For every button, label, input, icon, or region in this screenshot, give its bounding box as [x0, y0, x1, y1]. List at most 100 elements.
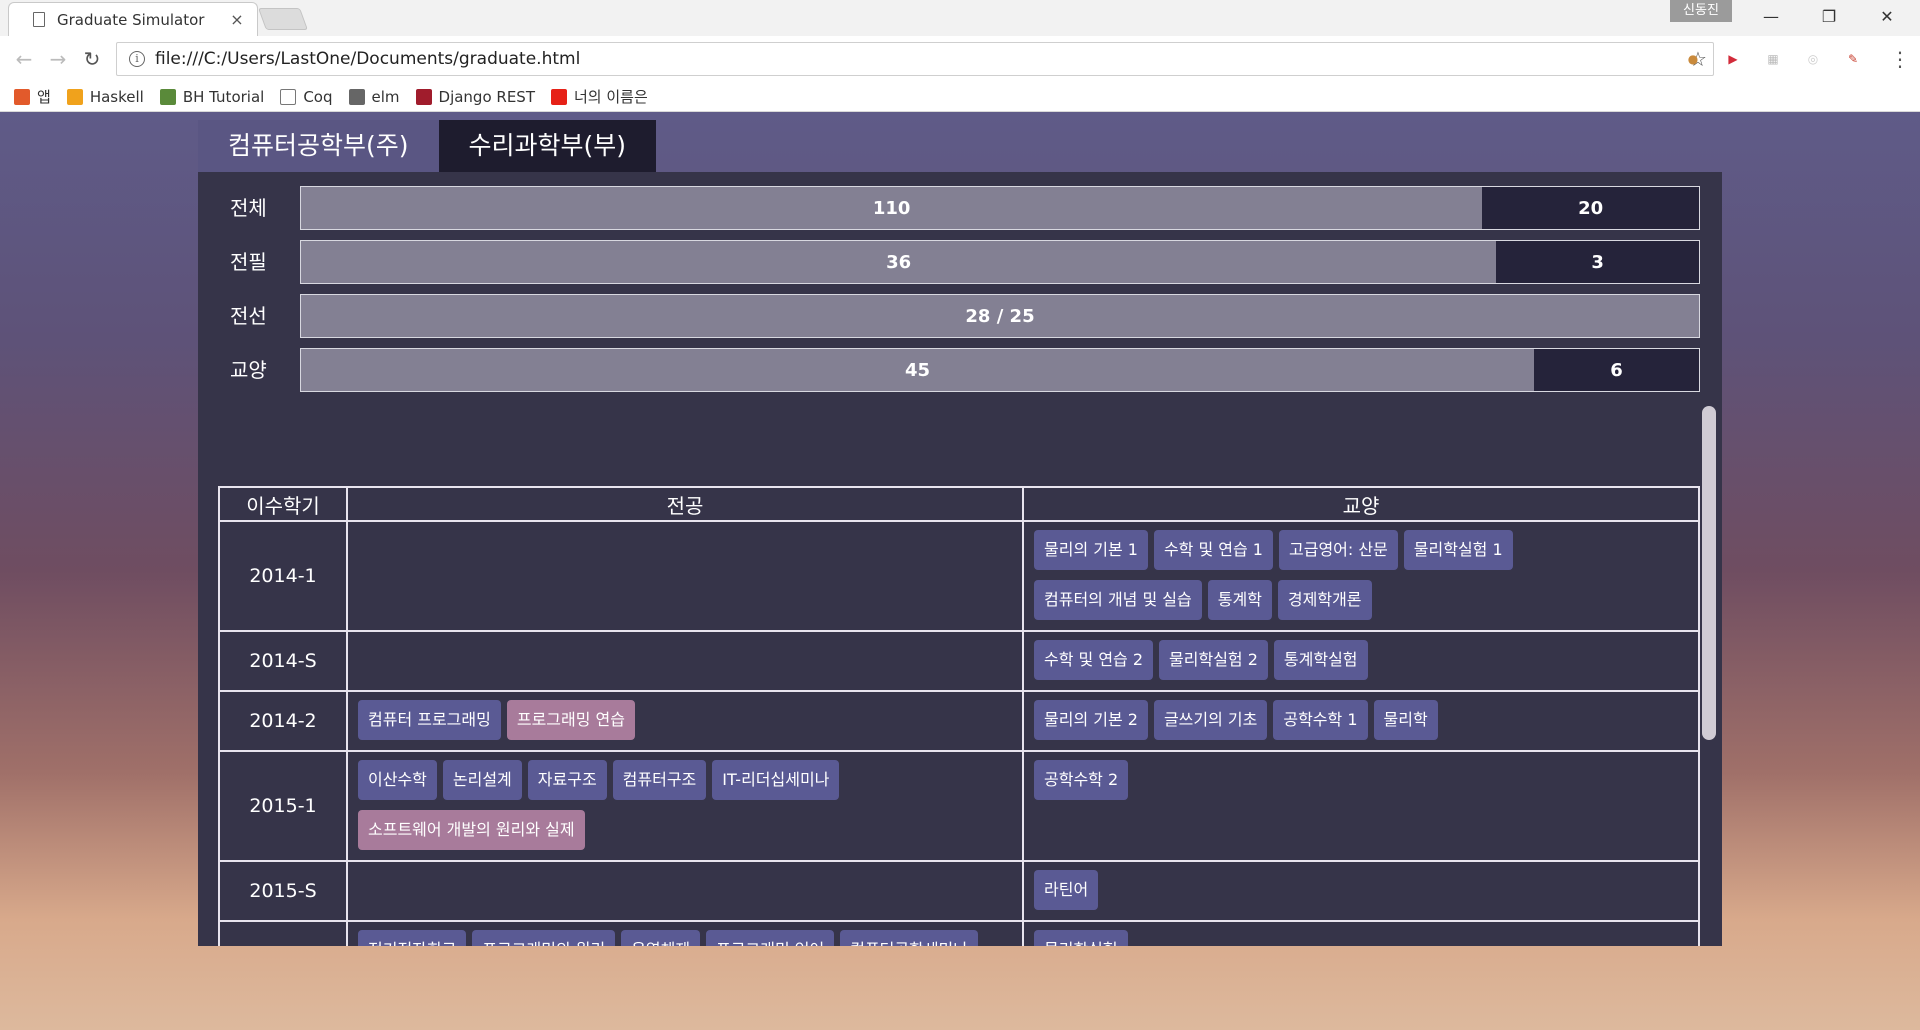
table-row: 2015-2 전기전자회로 프로그래밍의 원리 운영체제 프로그래밍 언어 컴퓨터공학세미…	[218, 920, 1700, 946]
new-tab-button[interactable]	[257, 8, 309, 30]
course-chip[interactable]: 경제학개론	[1277, 580, 1372, 620]
semester-cell: 2014-S	[218, 630, 348, 692]
profile-badge[interactable]: 신동진	[1670, 0, 1732, 22]
bookmark-item[interactable]: BH Tutorial	[159, 87, 265, 106]
cookie-icon[interactable]: ●	[1682, 48, 1704, 70]
tab-department-1[interactable]: 수리과학부(부)	[438, 120, 657, 172]
course-chip[interactable]: 이산수학	[358, 760, 437, 800]
column-header: 전공	[346, 486, 1024, 522]
table-row: 2014-2 컴퓨터 프로그래밍 프로그래밍 연습 물리의 기본 2 글쓰기의 기초 공학…	[218, 690, 1700, 752]
bookmark-label: Coq	[303, 87, 333, 106]
major-cell: 전기전자회로프로그래밍의 원리운영체제프로그래밍 언어컴퓨터공학세미나컴퓨터보안…	[346, 920, 1024, 946]
bookmark-label: 너의 이름은	[573, 88, 648, 106]
progress-bar: 36 3	[300, 240, 1700, 284]
course-chip[interactable]: 프로그래밍의 원리	[472, 930, 616, 946]
sun-icon	[66, 88, 83, 105]
browser-tab[interactable]: Graduate Simulator ×	[8, 2, 258, 36]
table-row: 2015-1 이산수학 논리설계 자료구조 컴퓨터구조 IT-리더십세미나소프트웨어 개발…	[218, 750, 1700, 862]
browser-tab-title: Graduate Simulator	[57, 10, 205, 29]
course-chip[interactable]: 물리의 기본 1	[1034, 530, 1148, 570]
restore-button[interactable]: ❐	[1800, 0, 1858, 34]
course-chip[interactable]: 컴퓨터공학세미나	[840, 930, 978, 946]
summary-label: 전선	[230, 304, 267, 328]
bookmark-label: BH Tutorial	[182, 87, 265, 106]
remaining-credits: 6	[1610, 359, 1623, 381]
panel-scrollbar[interactable]	[1702, 406, 1716, 740]
book-icon	[348, 88, 365, 105]
forward-arrow-icon[interactable]: →	[44, 45, 72, 73]
course-chip[interactable]: 전기전자회로	[358, 930, 467, 946]
tab-close-icon[interactable]: ×	[227, 10, 247, 29]
course-chip[interactable]: 통계학	[1207, 580, 1272, 620]
course-chip[interactable]: 물리학실험 1	[1403, 530, 1513, 570]
document-icon	[33, 12, 45, 27]
course-chip[interactable]: 소프트웨어 개발의 원리와 실제	[358, 810, 585, 850]
course-table: 이수학기 전공 교양 2014-1 물리의 기본 1 수학 및 연습 1 고급영어: 산문…	[218, 486, 1700, 946]
liberal-cell: 물리의 기본 2 글쓰기의 기초 공학수학 1 물리학	[1022, 690, 1700, 752]
liberal-cell: 물리의 기본 1 수학 및 연습 1 고급영어: 산문 물리학실험 1 컴퓨터의 개념 …	[1022, 520, 1700, 632]
course-chip[interactable]: 고급영어: 산문	[1279, 530, 1398, 570]
url-text[interactable]: file:///C:/Users/LastOne/Documents/gradu…	[155, 49, 1683, 69]
course-chip[interactable]: IT-리더십세미나	[712, 760, 840, 800]
qr-icon[interactable]: ▦	[1762, 48, 1784, 70]
page-icon	[280, 88, 297, 105]
liberal-cell: 공학수학 2	[1022, 750, 1700, 862]
info-icon[interactable]: i	[129, 51, 145, 67]
tab-department-0[interactable]: 컴퓨터공학부(주)	[198, 120, 439, 172]
major-cell: 이산수학 논리설계 자료구조 컴퓨터구조 IT-리더십세미나소프트웨어 개발의 원리와 …	[346, 750, 1024, 862]
table-row: 2015-S 라틴어	[218, 860, 1700, 922]
course-chip[interactable]: 프로그래밍 연습	[506, 700, 635, 740]
course-chip[interactable]: 물리학	[1373, 700, 1438, 740]
back-arrow-icon[interactable]: ←	[10, 45, 38, 73]
close-window-button[interactable]: ✕	[1858, 0, 1916, 34]
circle-icon[interactable]: ◎	[1802, 48, 1824, 70]
completed-credits: 110	[301, 187, 1483, 229]
course-chip[interactable]: 공학수학 1	[1273, 700, 1368, 740]
remaining-credits: 20	[1578, 197, 1604, 219]
summary-label: 전체	[230, 196, 267, 220]
course-chip[interactable]: 수학 및 연습 2	[1034, 640, 1154, 680]
course-chip[interactable]: 수학 및 연습 1	[1153, 530, 1273, 570]
liberal-cell: 물리학실험	[1022, 920, 1700, 946]
course-chip[interactable]: 운영체제	[621, 930, 701, 946]
summary-label: 전필	[230, 250, 267, 274]
summary-label: 교양	[230, 358, 267, 382]
completed-credits: 28 / 25	[301, 295, 1699, 337]
course-chip[interactable]: 물리학실험	[1034, 930, 1128, 946]
bookmark-label: Haskell	[89, 87, 144, 106]
major-cell: 컴퓨터 프로그래밍 프로그래밍 연습	[346, 690, 1024, 752]
table-header-row: 이수학기 전공 교양	[218, 486, 1700, 522]
pdf-icon[interactable]: ✎	[1842, 48, 1864, 70]
major-cell	[346, 520, 1024, 632]
course-chip[interactable]: 물리학실험 2	[1159, 640, 1268, 680]
course-chip[interactable]: 물리의 기본 2	[1034, 700, 1148, 740]
bookmark-item[interactable]: Coq	[280, 87, 333, 106]
course-chip[interactable]: 라틴어	[1034, 870, 1099, 910]
reload-icon[interactable]: ↻	[78, 45, 106, 73]
bookmarks-bar: 앱 Haskell BH Tutorial Coq elm Django REST 너의 이…	[0, 82, 1920, 112]
course-chip[interactable]: 자료구조	[527, 760, 607, 800]
course-chip[interactable]: 글쓰기의 기초	[1153, 700, 1268, 740]
bookmark-item[interactable]: Django REST	[415, 88, 535, 106]
red-play-icon[interactable]: ▶	[1722, 48, 1744, 70]
table-row: 2014-S 수학 및 연습 2 물리학실험 2 통계학실험	[218, 630, 1700, 692]
course-chip[interactable]: 논리설계	[442, 760, 522, 800]
course-chip[interactable]: 컴퓨터의 개념 및 실습	[1034, 580, 1202, 620]
course-chip[interactable]: 프로그래밍 언어	[706, 930, 835, 946]
bookmark-item[interactable]: Haskell	[66, 87, 144, 106]
course-chip[interactable]: 컴퓨터 프로그래밍	[358, 700, 501, 740]
bookmark-item[interactable]: 너의 이름은	[550, 86, 648, 107]
progress-bar: 45 6	[300, 348, 1700, 392]
course-chip[interactable]: 컴퓨터구조	[612, 760, 707, 800]
address-bar[interactable]: i file:///C:/Users/LastOne/Documents/gra…	[116, 42, 1714, 76]
semester-cell: 2015-2	[218, 920, 348, 946]
minimize-button[interactable]: —	[1742, 0, 1800, 34]
summary-row: 교양 45 6	[198, 348, 1722, 392]
bookmark-item[interactable]: 앱	[14, 86, 51, 107]
bookmark-item[interactable]: elm	[348, 88, 400, 106]
column-header: 교양	[1022, 486, 1700, 522]
course-chip[interactable]: 통계학실험	[1273, 640, 1368, 680]
browser-menu-icon[interactable]: ⋮	[1890, 46, 1910, 72]
semester-cell: 2014-1	[218, 520, 348, 632]
course-chip[interactable]: 공학수학 2	[1034, 760, 1129, 800]
